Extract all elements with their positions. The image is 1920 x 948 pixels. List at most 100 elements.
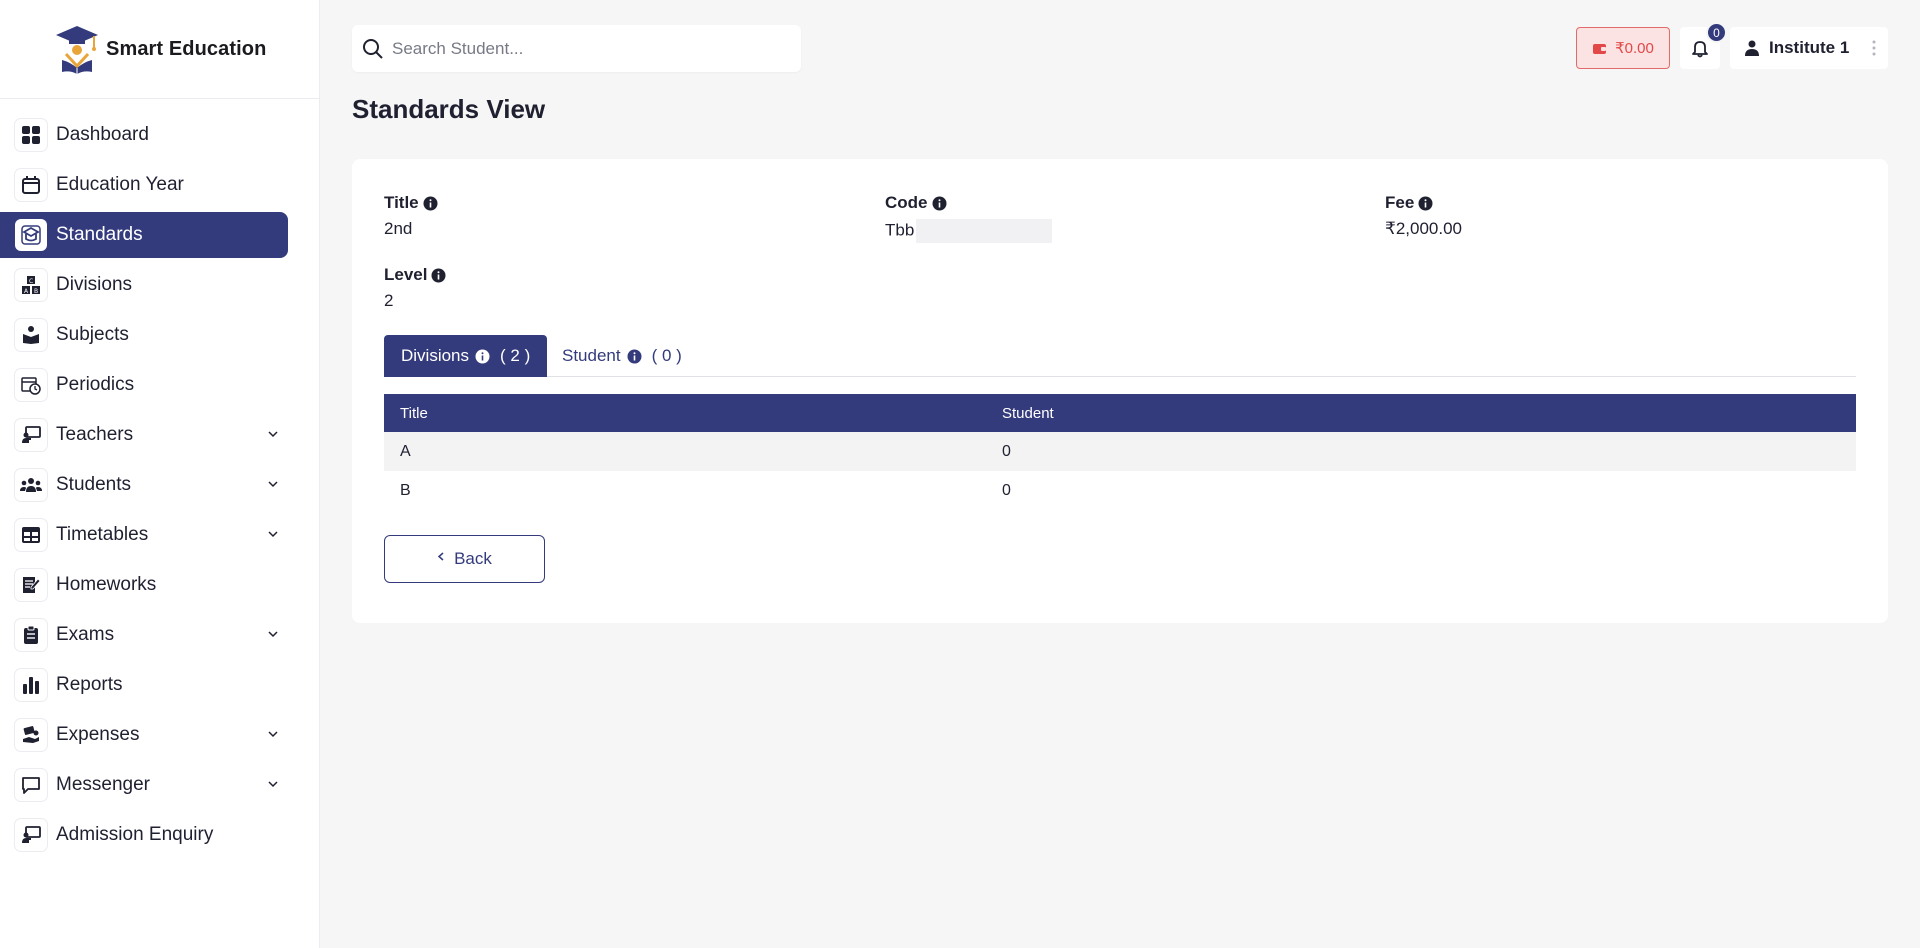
info-icon[interactable] (423, 196, 438, 211)
tab-student[interactable]: Student ( 0 ) (545, 335, 699, 377)
sidebar-item-label: Messenger (56, 774, 150, 795)
sidebar-item-label: Education Year (56, 174, 184, 195)
calendar-icon (15, 169, 47, 201)
bell-icon (1692, 41, 1708, 58)
cell-student: 0 (1002, 481, 1011, 499)
user-menu[interactable]: Institute 1 (1730, 27, 1888, 69)
back-button-label: Back (454, 549, 492, 568)
chevron-down-icon[interactable] (266, 427, 280, 441)
brand[interactable]: Smart Education (0, 0, 319, 99)
notepad-pen-icon (15, 569, 47, 601)
sidebar-item-periodics[interactable]: Periodics (0, 362, 288, 408)
search-box[interactable] (352, 25, 801, 72)
dashboard-icon (15, 119, 47, 151)
sidebar-item-label: Divisions (56, 274, 133, 295)
sidebar-item-label: Exams (56, 624, 115, 645)
abc-blocks-icon: CAB (15, 269, 47, 301)
field-fee: Fee ₹2,000.00 (1385, 193, 1462, 239)
tab-bar: Divisions ( 2 ) Student ( 0 ) (384, 335, 1856, 377)
cell-student: 0 (1002, 442, 1011, 460)
table-row[interactable]: B 0 (384, 471, 1856, 510)
more-vertical-icon[interactable] (1872, 40, 1876, 56)
wallet-icon (1593, 43, 1607, 54)
field-level-value: 2 (384, 291, 394, 310)
info-icon[interactable] (932, 196, 947, 211)
info-icon (627, 349, 642, 363)
info-icon[interactable] (431, 268, 446, 283)
tab-divisions[interactable]: Divisions ( 2 ) (384, 335, 548, 377)
user-icon (1745, 40, 1759, 56)
tab-label: Student (562, 346, 621, 365)
chevron-down-icon[interactable] (266, 627, 280, 641)
calendar-clock-icon (15, 369, 47, 401)
svg-text:B: B (34, 288, 38, 295)
column-header-student[interactable]: Student (1002, 405, 1054, 422)
sidebar-item-homeworks[interactable]: Homeworks (0, 562, 288, 608)
sidebar-item-timetables[interactable]: Timetables (0, 512, 288, 558)
chevron-down-icon[interactable] (266, 527, 280, 541)
sidebar-item-label: Homeworks (56, 574, 157, 595)
user-name: Institute 1 (1769, 38, 1850, 57)
table-icon (15, 519, 47, 551)
reading-person-icon (15, 319, 47, 351)
chevron-down-icon[interactable] (266, 777, 280, 791)
graduation-cap-icon (15, 219, 47, 251)
sidebar-item-students[interactable]: Students (0, 462, 288, 508)
sidebar-item-admission-enquiry[interactable]: Admission Enquiry (0, 812, 288, 858)
sidebar-item-label: Students (56, 474, 131, 495)
sidebar-item-education-year[interactable]: Education Year (0, 162, 288, 208)
sidebar-item-exams[interactable]: Exams (0, 612, 288, 658)
sidebar-item-label: Reports (56, 674, 123, 695)
notification-count-badge: 0 (1706, 22, 1727, 43)
brand-name: Smart Education (106, 37, 267, 60)
sidebar-item-teachers[interactable]: Teachers (0, 412, 288, 458)
chat-bubble-icon (15, 769, 47, 801)
sidebar-item-label: Timetables (56, 524, 149, 545)
field-code: Code Tbb (885, 193, 1053, 243)
divisions-table: Title Student A 0 B 0 (384, 394, 1856, 510)
sidebar-item-label: Teachers (56, 424, 134, 445)
info-icon (475, 349, 490, 363)
tab-count: ( 0 ) (651, 346, 682, 365)
field-title: Title 2nd (384, 193, 438, 239)
field-title-label: Title (384, 193, 419, 212)
chevron-left-icon (437, 551, 444, 561)
sidebar-item-divisions[interactable]: CAB Divisions (0, 262, 288, 308)
redacted-area (916, 219, 1053, 243)
cell-title: B (400, 481, 411, 499)
notifications-button[interactable]: 0 (1680, 22, 1727, 69)
search-input[interactable] (392, 38, 772, 59)
column-header-title[interactable]: Title (384, 405, 1002, 422)
chevron-down-icon[interactable] (266, 727, 280, 741)
sidebar-item-dashboard[interactable]: Dashboard (0, 112, 288, 158)
sidebar-item-label: Admission Enquiry (56, 824, 214, 845)
sidebar: Smart Education Dashboard Education Year… (0, 0, 320, 948)
cell-title: A (400, 442, 411, 460)
field-level-label: Level (384, 265, 428, 284)
sidebar-item-expenses[interactable]: Expenses (0, 712, 288, 758)
tab-label: Divisions (401, 346, 470, 365)
search-icon (363, 38, 383, 59)
field-code-value: Tbb (885, 220, 915, 240)
chevron-down-icon[interactable] (266, 477, 280, 491)
table-row[interactable]: A 0 (384, 432, 1856, 471)
standard-details-card: Title 2nd Code Tbb Fee ₹2,000.00 Level 2… (352, 159, 1888, 623)
back-button[interactable]: Back (384, 535, 545, 583)
wallet-balance: ₹0.00 (1615, 40, 1654, 57)
sidebar-item-label: Expenses (56, 724, 140, 745)
sidebar-nav: Dashboard Education Year Standards CAB D… (0, 112, 320, 862)
users-icon (15, 469, 47, 501)
info-icon[interactable] (1418, 196, 1433, 211)
sidebar-item-messenger[interactable]: Messenger (0, 762, 288, 808)
sidebar-item-standards[interactable]: Standards (0, 212, 288, 258)
page-title: Standards View (352, 94, 546, 124)
field-fee-value: ₹2,000.00 (1385, 219, 1462, 238)
field-title-value: 2nd (384, 219, 413, 238)
sidebar-item-label: Dashboard (56, 124, 149, 145)
field-fee-label: Fee (1385, 193, 1415, 212)
sidebar-item-label: Standards (56, 224, 143, 245)
sidebar-item-subjects[interactable]: Subjects (0, 312, 288, 358)
sidebar-item-reports[interactable]: Reports (0, 662, 288, 708)
wallet-button[interactable]: ₹0.00 (1576, 27, 1670, 69)
svg-text:C: C (29, 278, 33, 285)
